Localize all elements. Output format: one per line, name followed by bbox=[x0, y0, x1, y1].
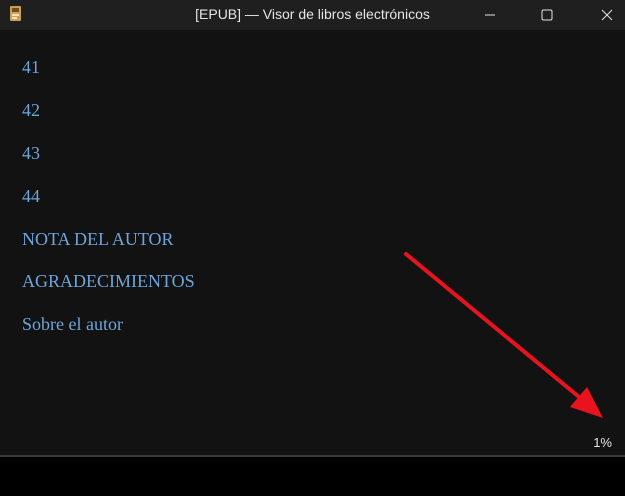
maximize-icon bbox=[541, 9, 553, 21]
toc-item-agradecimientos[interactable]: AGRADECIMIENTOS bbox=[22, 271, 195, 292]
toc-item-sobre-el-autor[interactable]: Sobre el autor bbox=[22, 314, 123, 335]
reading-progress: 1% bbox=[593, 435, 612, 450]
minimize-button[interactable] bbox=[467, 0, 513, 30]
maximize-button[interactable] bbox=[524, 0, 570, 30]
window-bottom-edge bbox=[0, 455, 625, 457]
toc-item-41[interactable]: 41 bbox=[22, 57, 40, 78]
close-button[interactable] bbox=[584, 0, 625, 30]
book-content[interactable]: 41 42 43 44 NOTA DEL AUTOR AGRADECIMIENT… bbox=[0, 30, 625, 457]
app-icon bbox=[10, 6, 21, 21]
title-bar[interactable]: [EPUB] — Visor de libros electrónicos bbox=[0, 0, 625, 30]
toc-item-44[interactable]: 44 bbox=[22, 186, 40, 207]
close-icon bbox=[601, 9, 613, 21]
toc-item-42[interactable]: 42 bbox=[22, 100, 40, 121]
toc-item-43[interactable]: 43 bbox=[22, 143, 40, 164]
toc-item-nota-del-autor[interactable]: NOTA DEL AUTOR bbox=[22, 229, 174, 250]
minimize-icon bbox=[485, 14, 495, 16]
ebook-viewer-window: [EPUB] — Visor de libros electrónicos 41… bbox=[0, 0, 625, 457]
